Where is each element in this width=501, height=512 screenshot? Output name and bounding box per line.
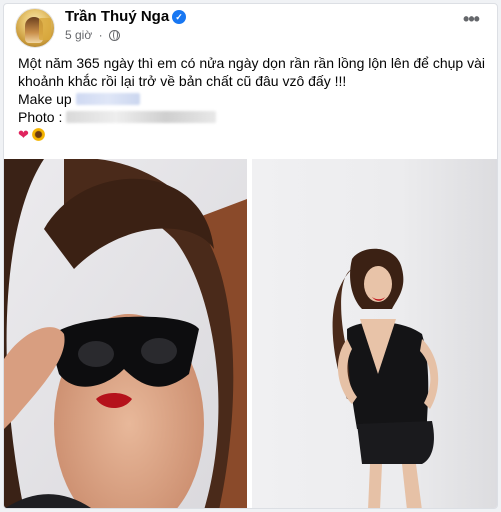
- post-text: Một năm 365 ngày thì em có nửa ngày dọn …: [18, 54, 488, 144]
- verified-badge-icon: ✓: [172, 10, 186, 24]
- emoji-row: ❤: [18, 126, 488, 144]
- photo-2[interactable]: [252, 159, 497, 508]
- meta-separator: ·: [98, 28, 103, 42]
- photo-1[interactable]: [4, 159, 247, 508]
- blurred-tag[interactable]: [66, 111, 217, 123]
- post-timestamp[interactable]: 5 giờ: [65, 28, 92, 42]
- post-caption: Một năm 365 ngày thì em có nửa ngày dọn …: [18, 55, 486, 89]
- photo-grid: [4, 159, 497, 508]
- photo-2-image: [252, 159, 497, 508]
- post-card: Trần Thuý Nga ✓ 5 giờ · ••• Một năm 365 …: [3, 3, 498, 509]
- author-name[interactable]: Trần Thuý Nga: [65, 8, 169, 25]
- blurred-tag[interactable]: [75, 93, 140, 105]
- more-options-icon[interactable]: •••: [459, 10, 483, 32]
- public-globe-icon[interactable]: [108, 30, 120, 41]
- photo-1-image: [4, 159, 247, 508]
- heart-icon: ❤: [18, 127, 29, 142]
- makeup-credit: Make up: [18, 90, 488, 108]
- post-header: Trần Thuý Nga ✓ 5 giờ · •••: [4, 4, 497, 50]
- sunflower-icon: [31, 128, 45, 141]
- author-avatar[interactable]: [15, 8, 55, 48]
- post-meta: 5 giờ ·: [65, 28, 120, 42]
- photo-credit: Photo :: [18, 108, 488, 126]
